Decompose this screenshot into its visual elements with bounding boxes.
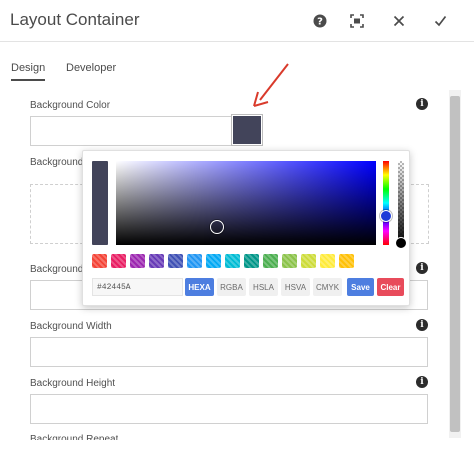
saturation-value-area[interactable] (116, 161, 376, 245)
info-icon[interactable]: i (416, 319, 428, 331)
annotation-arrow-icon (253, 63, 289, 107)
background-width-label: Background Width (30, 321, 112, 332)
mode-hsva-button[interactable]: HSVA (281, 278, 310, 296)
hex-value-input[interactable]: #42445A (92, 278, 183, 296)
color-swatch[interactable] (111, 254, 126, 268)
fullscreen-icon (350, 14, 364, 28)
close-icon (393, 15, 405, 27)
background-height-input[interactable] (30, 394, 428, 424)
color-swatch[interactable] (339, 254, 354, 268)
dialog-header: Layout Container ? (0, 0, 474, 42)
info-icon[interactable]: i (416, 98, 428, 110)
save-button[interactable]: Save (347, 278, 374, 296)
background-width-input[interactable] (30, 337, 428, 367)
background-color-swatch[interactable] (231, 114, 263, 146)
color-swatch[interactable] (206, 254, 221, 268)
info-icon[interactable]: i (416, 376, 428, 388)
color-cursor[interactable] (210, 220, 224, 234)
background-color-label: Background Color (30, 100, 111, 111)
opacity-slider-handle[interactable] (395, 237, 407, 249)
color-preview (92, 161, 108, 245)
tab-developer[interactable]: Developer (66, 62, 116, 74)
mode-hsla-button[interactable]: HSLA (249, 278, 278, 296)
tab-bar: Design Developer (0, 56, 474, 86)
opacity-slider[interactable] (395, 161, 407, 249)
color-swatch[interactable] (320, 254, 335, 268)
mode-rgba-button[interactable]: RGBA (217, 278, 246, 296)
help-button[interactable]: ? (310, 11, 330, 31)
color-swatch[interactable] (92, 254, 107, 268)
hue-slider[interactable] (380, 161, 392, 245)
svg-text:?: ? (317, 17, 323, 28)
scrollbar-thumb[interactable] (450, 96, 460, 432)
color-swatch[interactable] (244, 254, 259, 268)
color-swatch[interactable] (225, 254, 240, 268)
background-image-label: Background (30, 157, 84, 168)
checkmark-icon (434, 15, 446, 27)
color-picker-popover: #42445A HEXA RGBA HSLA HSVA CMYK Save Cl… (82, 150, 410, 306)
dialog-title: Layout Container (10, 10, 140, 29)
color-swatches (92, 254, 354, 268)
background-repeat-label: Background Repeat (30, 434, 119, 440)
close-button[interactable] (389, 11, 409, 31)
clear-button[interactable]: Clear (377, 278, 404, 296)
color-swatch[interactable] (149, 254, 164, 268)
color-swatch[interactable] (187, 254, 202, 268)
done-button[interactable] (430, 11, 450, 31)
color-swatch[interactable] (282, 254, 297, 268)
color-swatch[interactable] (130, 254, 145, 268)
color-swatch[interactable] (301, 254, 316, 268)
background-position-label: Background (30, 264, 84, 275)
tab-design[interactable]: Design (11, 62, 46, 81)
color-swatch[interactable] (263, 254, 278, 268)
background-color-input[interactable] (30, 116, 263, 146)
mode-hexa-button[interactable]: HEXA (185, 278, 214, 296)
help-icon: ? (313, 14, 327, 28)
color-swatch[interactable] (168, 254, 183, 268)
mode-cmyk-button[interactable]: CMYK (313, 278, 342, 296)
hue-slider-handle[interactable] (380, 210, 392, 222)
info-icon[interactable]: i (416, 262, 428, 274)
scrollbar[interactable] (449, 90, 461, 438)
fullscreen-button[interactable] (347, 11, 367, 31)
background-height-label: Background Height (30, 378, 116, 389)
